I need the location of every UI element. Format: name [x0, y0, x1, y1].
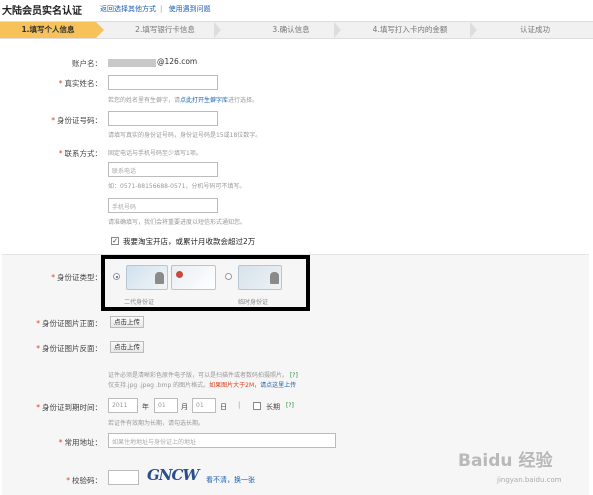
- upload-help-link[interactable]: [?]: [290, 372, 298, 379]
- address-label: * 常用地址：: [58, 438, 102, 447]
- idnum-input[interactable]: [108, 111, 218, 126]
- phone-hint: 如：0571-88156688-0571，分机号码可不填写。: [108, 183, 246, 190]
- baidu-watermark: Baidu 经验: [458, 451, 553, 471]
- page-title: 大陆会员实名认证: [2, 6, 82, 17]
- longterm-checkbox[interactable]: [253, 402, 261, 410]
- captcha-label: * 校验码：: [66, 476, 102, 485]
- account-value: @126.com: [157, 57, 198, 66]
- step-4: 4.填写打入卡内的金额: [372, 25, 448, 34]
- idback-upload-button[interactable]: 点击上传: [110, 341, 144, 353]
- contact-label: * 联系方式：: [58, 149, 102, 158]
- help-link[interactable]: 使用遇到问题: [169, 5, 211, 13]
- progress-steps: 1.填写个人信息 2.填写银行卡信息 3.确认信息 4.填写打入卡内的金额 认证…: [0, 21, 593, 39]
- mobile-input[interactable]: 手机号码: [108, 198, 218, 213]
- idfront-upload-button[interactable]: 点击上传: [110, 316, 144, 328]
- idnum-hint: 请填写真实的身份证号码，身份证号码是15或18位数字。: [108, 132, 262, 139]
- realname-hint: 若您的姓名里有生僻字，请点此打开生僻字库进行选择。: [108, 97, 259, 104]
- step-1: 1.填写个人信息: [0, 22, 104, 38]
- rare-char-link[interactable]: 点此打开生僻字库: [180, 97, 228, 104]
- expiry-month-input[interactable]: 01: [154, 398, 178, 413]
- link-separator: |: [160, 5, 163, 13]
- idfront-label: * 身份证图片正面：: [36, 319, 102, 328]
- step-2: 2.填写银行卡信息: [135, 25, 195, 34]
- phone-input[interactable]: 联系电话: [108, 162, 218, 177]
- idnum-label: * 身份证号码：: [51, 116, 102, 125]
- account-label: 账户名：: [72, 59, 102, 68]
- captcha-input[interactable]: [108, 470, 139, 485]
- longterm-help-link[interactable]: [?]: [286, 402, 294, 409]
- longterm-label: 长期: [266, 403, 280, 411]
- month-unit: 月: [181, 403, 188, 411]
- idtype-label: * 身份证类型：: [51, 273, 102, 282]
- account-masked: [108, 59, 156, 67]
- idback-label: * 身份证图片反面：: [36, 344, 102, 353]
- upload-hint-line2: 仅支持.jpg .jpeg .bmp 的图片格式。如果图片大于2M，请点这里上传: [108, 382, 297, 389]
- choose-other-method-link[interactable]: 返回选择其他方式: [100, 5, 156, 13]
- contact-hint: 固定电话与手机号码至少填写1项。: [108, 150, 202, 157]
- large-upload-link[interactable]: 请点这里上传: [260, 382, 296, 389]
- shop-checkbox-label: 我要淘宝开店，或累计月收款会超过2万: [123, 237, 256, 246]
- address-input[interactable]: 如果住地地址与身份证上的地址: [108, 433, 336, 448]
- captcha-image: GNCW: [147, 466, 199, 484]
- expiry-day-input[interactable]: 01: [192, 398, 216, 413]
- header-links: 返回选择其他方式 | 使用遇到问题: [100, 4, 215, 14]
- highlight-box: [101, 255, 310, 311]
- year-unit: 年: [142, 403, 149, 411]
- expiry-label: * 身份证到期时间：: [36, 403, 102, 412]
- step-5: 认证成功: [520, 25, 550, 34]
- step-3: 3.确认信息: [272, 25, 310, 34]
- day-unit: 日: [220, 403, 227, 411]
- baidu-watermark-url: jingyan.baidu.com: [497, 476, 562, 484]
- expiry-hint: 若证件有效期为长期，请勾选长期。: [108, 420, 205, 427]
- captcha-refresh-link[interactable]: 看不清，换一张: [206, 475, 255, 485]
- expiry-separator: |: [238, 401, 241, 409]
- step-divider-icon: [470, 22, 477, 38]
- mobile-hint: 请准确填写，我们会将重要进度以短信形式通知您。: [108, 219, 247, 226]
- upload-hint-line1: 证件必须是清晰彩色原件电子版，可以是扫描件或者数码拍摄照片。 [?]: [108, 372, 298, 379]
- realname-input[interactable]: [108, 75, 218, 90]
- expiry-year-input[interactable]: 2011: [108, 398, 138, 413]
- shop-checkbox[interactable]: ✓: [111, 237, 119, 245]
- realname-label: * 真实姓名：: [58, 79, 102, 88]
